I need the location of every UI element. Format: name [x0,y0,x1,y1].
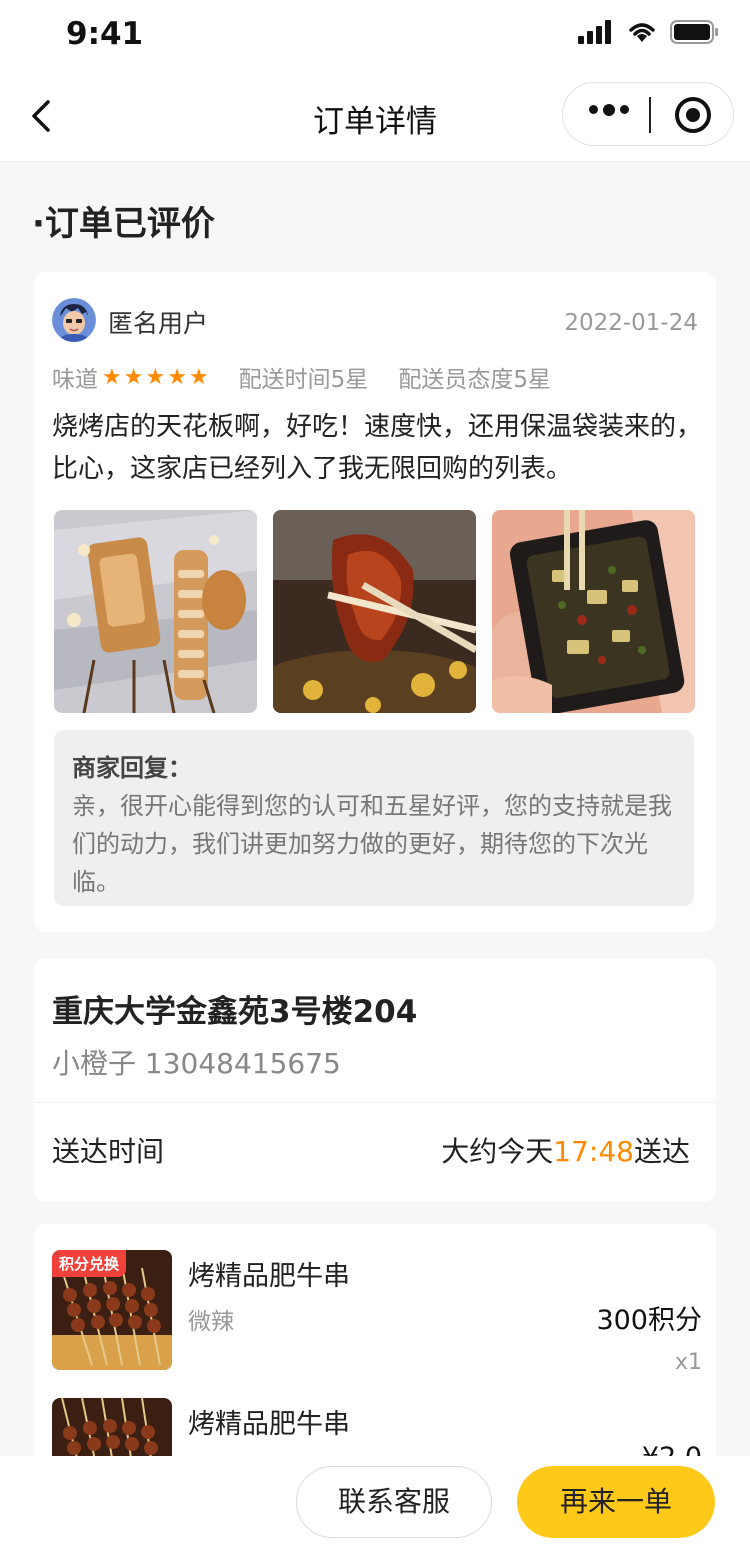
star-icon: ★ [167,364,187,390]
review-card: 匿名用户 2022-01-24 味道 ★ ★ ★ ★ ★ 配送时间5星 配送员态… [34,272,716,932]
taste-stars: ★ ★ ★ ★ ★ [102,365,209,390]
review-date: 2022-01-24 [564,310,698,336]
item-name: 烤精品肥牛串 [188,1261,350,1292]
list-item[interactable]: 积分兑换 烤精品肥牛串 微辣 300积分 x1 [52,1250,702,1380]
delivery-time-label: 送达时间 [52,1135,165,1168]
reply-text: 亲，很开心能得到您的认可和五星好评，您的支持就是我们的动力，我们讲更加努力做的更… [72,792,672,896]
ratings-row: 味道 ★ ★ ★ ★ ★ 配送时间5星 配送员态度5星 [52,360,551,394]
status-icons [578,20,720,44]
wifi-icon [629,23,655,42]
merchant-reply: 商家回复： 亲，很开心能得到您的认可和五星好评，您的支持就是我们的动力，我们讲更… [54,730,694,906]
courier-rating: 配送员态度5星 [398,367,551,393]
points-exchange-badge: 积分兑换 [52,1250,127,1277]
item-quantity: x1 [674,1350,702,1375]
mini-program-capsule [562,82,734,146]
nav-bar: 订单详情 [0,70,750,162]
reviewer-name: 匿名用户 [108,309,209,338]
item-price: 300积分 [596,1305,702,1336]
contact-info: 小橙子 13048415675 [52,1047,341,1080]
battery-icon [670,20,718,44]
star-icon: ★ [145,364,166,390]
close-miniprogram-icon[interactable] [675,97,711,133]
review-photo-1[interactable] [54,510,257,713]
delivery-time-highlight: 17:48 [553,1135,634,1168]
signal-icon [578,20,611,44]
reply-title: 商家回复： [72,754,192,782]
review-photo-2[interactable] [273,510,476,713]
status-bar: 9:41 [0,0,750,70]
reorder-button[interactable]: 再来一单 [517,1466,715,1538]
taste-label: 味道 [52,367,98,393]
contact-service-button[interactable]: 联系客服 [296,1466,492,1538]
bottom-action-bar: 联系客服 再来一单 [0,1456,750,1556]
item-name: 烤精品肥牛串 [188,1409,350,1440]
avatar [52,298,96,342]
review-photos [54,510,695,713]
divider [34,1102,716,1103]
review-photo-3[interactable] [492,510,695,713]
item-spec: 微辣 [188,1309,234,1335]
delivery-address: 重庆大学金鑫苑3号楼204 [52,994,418,1030]
more-icon[interactable] [589,103,629,116]
star-icon: ★ [188,364,209,390]
capsule-divider [649,97,651,133]
delivery-time-rating: 配送时间5星 [238,367,369,393]
delivery-time-value: 大约今天17:48送达 [441,1135,690,1168]
order-status-heading: ·订单已评价 [32,204,215,244]
address-card: 重庆大学金鑫苑3号楼204 小橙子 13048415675 送达时间 大约今天1… [34,958,716,1202]
review-text: 烧烤店的天花板啊，好吃！速度快，还用保温袋装来的，比心，这家店已经列入了我无限回… [52,412,703,484]
star-icon: ★ [123,364,144,390]
star-icon: ★ [102,364,122,390]
product-image: 积分兑换 [52,1250,172,1370]
status-time: 9:41 [66,16,144,52]
